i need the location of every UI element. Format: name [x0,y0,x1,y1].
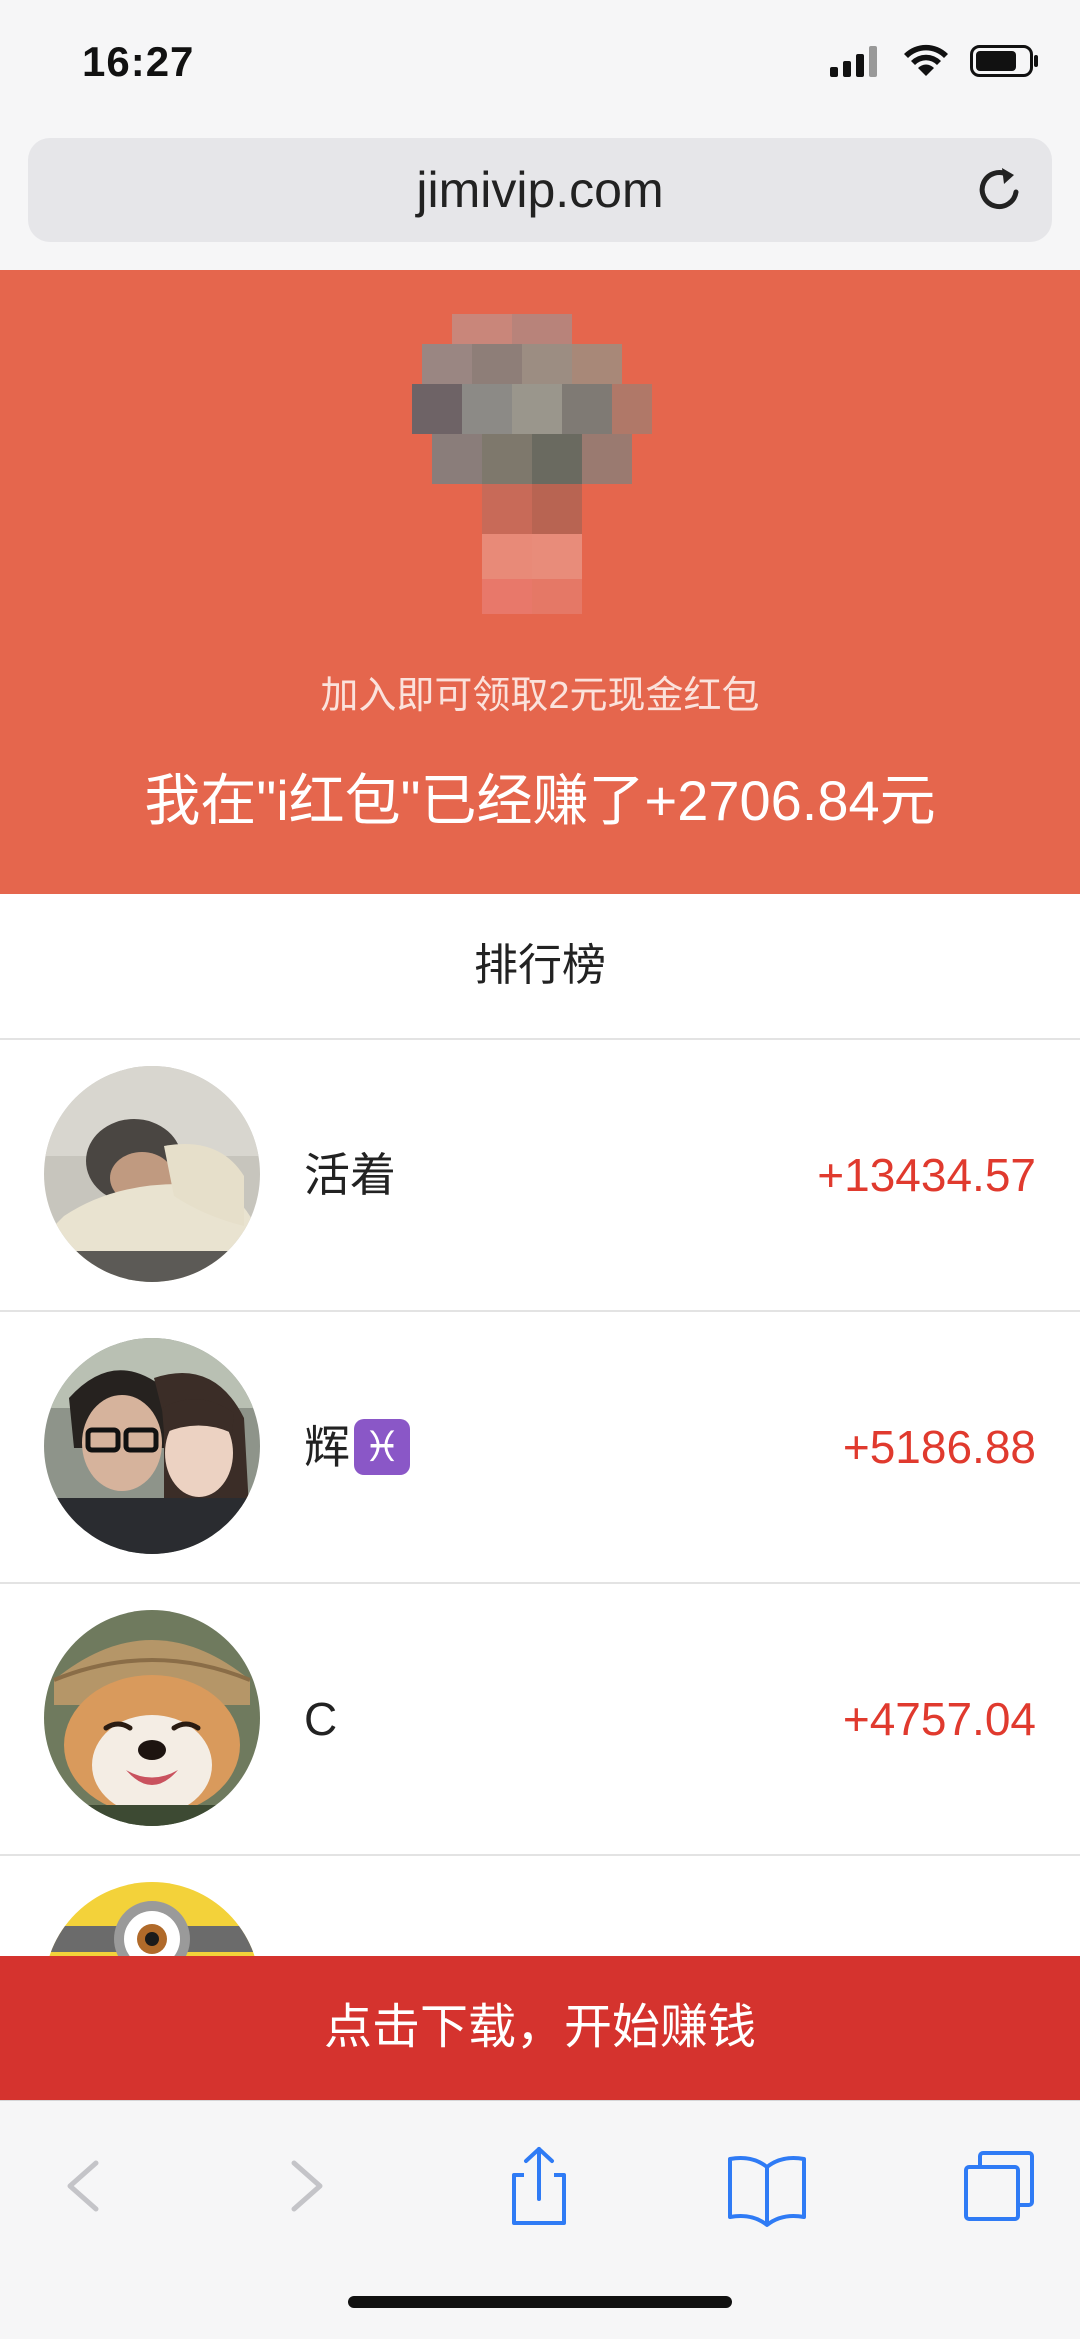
ranking-row[interactable]: 辉 ♓ +5186.88 [0,1312,1080,1584]
download-button[interactable]: 点击下载，开始赚钱 [0,1956,1080,2100]
ranking-amount: +4757.04 [842,1693,1036,1745]
ranking-amount: +13434.57 [817,1149,1036,1201]
status-time: 16:27 [82,38,195,85]
status-icons [830,44,1040,78]
tabs-icon[interactable] [954,2141,1044,2231]
ranking-name: 活着 [304,1040,396,1310]
cellular-signal-icon [830,46,877,77]
avatar [44,1338,260,1554]
home-indicator[interactable] [348,2296,732,2308]
promo-text: 加入即可领取2元现金红包 [320,675,760,717]
earned-text: 我在"i红包"已经赚了+2706.84元 [144,769,936,832]
avatar [44,1066,260,1282]
ranking-name-text: 活着 [304,1149,396,1201]
reload-icon[interactable] [972,162,1028,218]
ranking-row[interactable]: C +4757.04 [0,1584,1080,1856]
battery-icon [970,45,1038,77]
bookmarks-icon[interactable] [722,2141,812,2231]
wifi-icon [904,44,948,76]
status-bar: 16:27 [0,0,1080,130]
address-bar[interactable]: jimivip.com [28,138,1052,242]
ranking-name: 辉 ♓ [304,1312,410,1582]
ranking-name-text: C [304,1693,338,1745]
url-text[interactable]: jimivip.com [28,138,1052,242]
ranking-name: C [304,1584,337,1854]
avatar [44,1610,260,1826]
back-icon[interactable] [40,2141,130,2231]
hero-banner: 加入即可领取2元现金红包 我在"i红包"已经赚了+2706.84元 [0,270,1080,894]
ranking-amount: +5186.88 [842,1421,1036,1473]
share-icon[interactable] [494,2141,584,2231]
ranking-row[interactable]: 活着 +13434.57 [0,1040,1080,1312]
forward-icon[interactable] [260,2141,350,2231]
ranking-title: 排行榜 [0,894,1080,1040]
pisces-icon: ♓ [354,1418,410,1475]
user-avatar-pixelated [412,314,652,614]
ranking-name-text: 辉 [304,1421,350,1473]
